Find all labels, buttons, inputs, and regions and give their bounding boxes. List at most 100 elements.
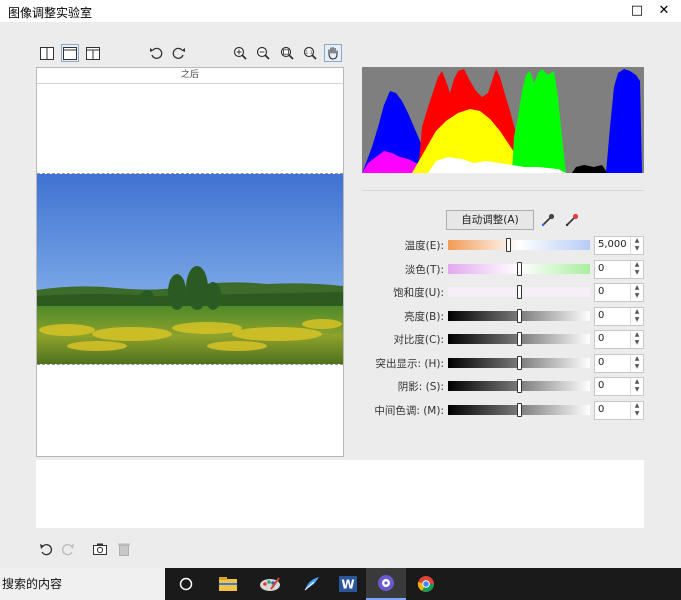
svg-text:1:1: 1:1 [305, 50, 312, 56]
eyedropper-button[interactable] [540, 212, 556, 228]
chrome-button[interactable] [406, 568, 446, 600]
info-panel [36, 460, 644, 528]
spin-arrows-icon[interactable]: ▲ ▼ [630, 261, 643, 278]
value-spinbox[interactable]: 0 ▲ ▼ [594, 307, 644, 326]
delete-button[interactable] [116, 541, 132, 557]
slider-thumb[interactable] [517, 309, 522, 323]
after-view-icon [63, 46, 77, 60]
slider-thumb[interactable] [517, 403, 522, 417]
zoom-out-button[interactable] [254, 44, 272, 62]
close-button[interactable]: ✕ [655, 2, 673, 20]
paint-icon [260, 577, 280, 591]
rotate-right-icon [172, 47, 185, 59]
separator [362, 190, 644, 191]
spinbox-value: 0 [598, 310, 605, 321]
slider-label: 饱和度(U): [393, 287, 444, 299]
snapshot-button[interactable] [92, 541, 108, 557]
feather-app-icon [304, 577, 319, 591]
file-explorer-button[interactable] [208, 568, 248, 600]
zoom-actual-button[interactable]: 1:1 [301, 44, 319, 62]
feather-app-button[interactable] [292, 568, 332, 600]
spinbox-value: 0 [598, 380, 605, 391]
preview-header: 之后 [37, 68, 343, 84]
pan-hand-button[interactable] [324, 44, 342, 62]
spin-arrows-icon[interactable]: ▲ ▼ [630, 331, 643, 348]
spin-arrows-icon[interactable]: ▲ ▼ [630, 402, 643, 419]
preview-panel[interactable]: 之后 [36, 67, 344, 457]
slider-label: 亮度(B): [404, 311, 444, 323]
spinbox-value: 0 [598, 404, 605, 415]
auto-adjust-button[interactable]: 自动调整(A) [446, 210, 534, 230]
slider-label: 中间色调: (M): [374, 405, 444, 417]
slider-thumb[interactable] [517, 262, 522, 276]
undo-button[interactable] [38, 541, 54, 557]
value-spinbox[interactable]: 0 ▲ ▼ [594, 354, 644, 373]
zoom-fit-button[interactable] [278, 44, 296, 62]
taskbar-search[interactable]: 搜索的内容 [0, 568, 165, 600]
delete-icon [118, 543, 130, 556]
value-spinbox[interactable]: 0 ▲ ▼ [594, 401, 644, 420]
spinbox-value: 0 [598, 286, 605, 297]
spin-arrows-icon[interactable]: ▲ ▼ [630, 355, 643, 372]
zoom-in-button[interactable] [231, 44, 249, 62]
slider-thumb[interactable] [517, 285, 522, 299]
slider-label: 对比度(C): [393, 334, 444, 346]
close-icon: ✕ [658, 3, 670, 18]
slider-label: 淡色(T): [404, 264, 444, 276]
eyedropper-color-icon [565, 213, 579, 227]
task-view-button[interactable] [166, 568, 206, 600]
paint-button[interactable] [250, 568, 290, 600]
slider-label: 突出显示: (H): [375, 358, 444, 370]
media-player-button[interactable] [366, 568, 406, 600]
word-icon: W [339, 576, 357, 592]
zoom-in-icon [233, 46, 247, 60]
split-view-icon [86, 46, 100, 60]
slider-thumb[interactable] [517, 332, 522, 346]
landscape-photo [37, 173, 343, 365]
spin-arrows-icon[interactable]: ▲ ▼ [630, 237, 643, 254]
rotate-left-button[interactable] [147, 44, 165, 62]
spin-arrows-icon[interactable]: ▲ ▼ [630, 284, 643, 301]
maximize-button[interactable]: □ [628, 2, 646, 20]
redo-icon [62, 544, 74, 556]
slider-label: 阴影: (S): [397, 381, 444, 393]
value-spinbox[interactable]: 0 ▲ ▼ [594, 283, 644, 302]
taskbar: 搜索的内容 W [0, 568, 681, 600]
rotate-left-icon [150, 47, 163, 59]
redo-button[interactable] [60, 541, 76, 557]
maximize-icon: □ [630, 3, 644, 18]
task-view-icon [179, 577, 193, 591]
eyedropper-icon [541, 213, 555, 227]
value-spinbox[interactable]: 0 ▲ ▼ [594, 260, 644, 279]
slider-track[interactable] [448, 240, 590, 250]
media-player-icon [378, 575, 394, 591]
spin-arrows-icon[interactable]: ▲ ▼ [630, 308, 643, 325]
after-view-button[interactable] [61, 44, 79, 62]
undo-icon [40, 544, 52, 556]
word-button[interactable]: W [328, 568, 368, 600]
snapshot-icon [93, 543, 107, 555]
rotate-right-button[interactable] [170, 44, 188, 62]
slider-thumb[interactable] [517, 356, 522, 370]
svg-text:W: W [341, 578, 354, 592]
zoom-actual-icon: 1:1 [303, 46, 317, 60]
slider-thumb[interactable] [517, 379, 522, 393]
spinbox-value: 0 [598, 333, 605, 344]
chrome-icon [417, 576, 434, 592]
value-spinbox[interactable]: 0 ▲ ▼ [594, 330, 644, 349]
value-spinbox[interactable]: 0 ▲ ▼ [594, 377, 644, 396]
original-view-button[interactable] [38, 44, 56, 62]
spinbox-value: 0 [598, 357, 605, 368]
slider-thumb[interactable] [506, 238, 511, 252]
value-spinbox[interactable]: 5,000 ▲ ▼ [594, 236, 644, 255]
split-view-button[interactable] [84, 44, 102, 62]
window-title: 图像调整实验室 [8, 6, 93, 20]
spinbox-value: 0 [598, 263, 605, 274]
spin-arrows-icon[interactable]: ▲ ▼ [630, 378, 643, 395]
eyedropper-white-button[interactable] [564, 212, 580, 228]
file-explorer-icon [219, 577, 237, 591]
zoom-out-icon [256, 46, 270, 60]
spinbox-value: 5,000 [598, 239, 627, 250]
zoom-fit-icon [280, 46, 294, 60]
title-bar: 图像调整实验室 □ ✕ [0, 0, 681, 22]
